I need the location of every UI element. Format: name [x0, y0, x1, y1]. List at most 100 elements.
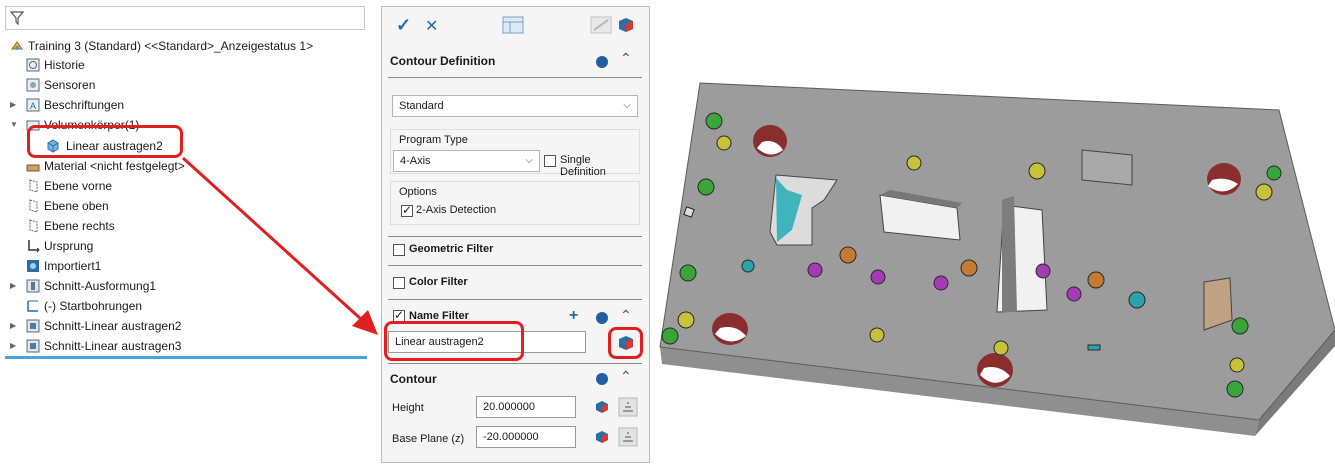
height-input[interactable]: 20.000000 — [476, 396, 576, 418]
tree-rollback-bar[interactable] — [5, 356, 367, 359]
property-manager-panel: ✓ ✕ Contour Definition ⌃ Standard ⌵ Prog… — [381, 6, 650, 463]
tree-item-label: Ebene rechts — [44, 219, 115, 233]
cut-icon — [26, 339, 40, 353]
svg-text:A: A — [30, 101, 36, 111]
highlight-frame — [608, 327, 643, 359]
tree-item-label: Schnitt-Linear austragen3 — [44, 339, 182, 353]
tree-item-sensors[interactable]: Sensoren — [26, 75, 326, 95]
base-plane-label: Base Plane (z) — [392, 433, 465, 445]
tree-item-plane-top[interactable]: Ebene oben — [26, 196, 326, 216]
tree-item-label: Training 3 (Standard) <<Standard>_Anzeig… — [28, 39, 314, 53]
section-header-contour-definition[interactable]: Contour Definition — [390, 48, 648, 74]
collapse-icon[interactable]: ⌃ — [620, 368, 632, 385]
measure-icon[interactable] — [618, 397, 638, 417]
section-divider — [388, 265, 642, 266]
tree-item-cut-extrude2[interactable]: ▶ Schnitt-Linear austragen2 — [10, 316, 330, 336]
tree-item-plane-front[interactable]: Ebene vorne — [26, 176, 326, 196]
help-icon[interactable] — [596, 312, 608, 324]
section-divider — [388, 363, 642, 364]
geometric-filter-label: Geometric Filter — [409, 243, 494, 255]
tree-item-part-root[interactable]: Training 3 (Standard) <<Standard>_Anzeig… — [10, 36, 366, 56]
program-type-dropdown[interactable]: 4-Axis ⌵ — [393, 150, 540, 172]
standard-dropdown[interactable]: Standard ⌵ — [392, 95, 638, 117]
tree-item-label: Schnitt-Linear austragen2 — [44, 319, 182, 333]
history-icon — [26, 58, 40, 72]
table-view-icon[interactable] — [502, 16, 524, 34]
tree-item-label: Ebene oben — [44, 199, 109, 213]
add-icon[interactable]: + — [569, 307, 578, 325]
annotation-icon: A — [26, 98, 40, 112]
section-title: Contour Definition — [390, 54, 496, 68]
dropdown-value: Standard — [399, 100, 444, 112]
import-icon — [27, 260, 39, 272]
color-filter-checkbox[interactable] — [393, 277, 405, 289]
section-divider — [388, 236, 642, 237]
tree-item-plane-right[interactable]: Ebene rechts — [26, 216, 326, 236]
sketch-icon — [27, 300, 38, 312]
group-label: Program Type — [399, 134, 468, 146]
input-value: -20.000000 — [483, 431, 539, 443]
tree-item-imported[interactable]: Importiert1 — [26, 256, 326, 276]
expand-arrow-icon[interactable]: ▶ — [10, 336, 20, 356]
pm-toolbar: ✓ ✕ — [382, 7, 649, 43]
pick-body-icon[interactable] — [594, 399, 610, 415]
highlight-frame — [384, 321, 524, 361]
origin-icon — [28, 240, 40, 253]
tree-item-start-holes[interactable]: (-) Startbohrungen — [26, 296, 326, 316]
tree-item-label: Ebene vorne — [44, 179, 113, 193]
section-divider — [388, 77, 642, 78]
expand-arrow-icon[interactable]: ▶ — [10, 95, 20, 115]
cut-icon — [26, 319, 40, 333]
funnel-icon[interactable] — [10, 11, 24, 25]
tree-filter-bar[interactable] — [5, 6, 365, 30]
collapse-icon[interactable]: ⌃ — [620, 307, 632, 324]
cut-icon — [26, 279, 40, 293]
collapse-arrow-icon[interactable]: ▼ — [10, 115, 20, 135]
geometric-filter-checkbox[interactable] — [393, 244, 405, 256]
expand-arrow-icon[interactable]: ▶ — [10, 276, 20, 296]
sensor-icon — [26, 78, 40, 92]
base-plane-input[interactable]: -20.000000 — [476, 426, 576, 448]
section-title: Contour — [390, 372, 437, 386]
select-body-icon[interactable] — [616, 15, 636, 35]
model-viewport[interactable] — [652, 0, 1335, 469]
single-definition-checkbox[interactable] — [544, 155, 556, 167]
tree-item-cut-loft[interactable]: ▶ Schnitt-Ausformung1 — [10, 276, 330, 296]
plane-icon — [29, 179, 38, 193]
disabled-tool-icon[interactable] — [590, 16, 612, 34]
tree-item-material[interactable]: Material <nicht festgelegt> — [26, 156, 326, 176]
options-group: Options 2-Axis Detection — [390, 181, 640, 225]
pick-body-icon[interactable] — [594, 429, 610, 445]
two-axis-detection-checkbox[interactable] — [401, 203, 413, 217]
height-label: Height — [392, 402, 424, 414]
plane-icon — [29, 199, 38, 213]
tree-item-origin[interactable]: Ursprung — [26, 236, 326, 256]
highlight-frame — [27, 125, 183, 158]
tree-item-label: Material <nicht festgelegt> — [44, 159, 185, 173]
color-filter-label: Color Filter — [409, 276, 468, 288]
part-icon — [11, 41, 23, 50]
plane-icon — [29, 219, 38, 233]
tree-item-history[interactable]: Historie — [26, 55, 326, 75]
tree-item-annotations[interactable]: ▶ A Beschriftungen — [10, 95, 330, 115]
tree-item-label: Historie — [44, 58, 85, 72]
single-definition-label: Single Definition — [560, 154, 606, 178]
tree-item-cut-extrude3[interactable]: ▶ Schnitt-Linear austragen3 — [10, 336, 330, 356]
expand-arrow-icon[interactable]: ▶ — [10, 316, 20, 336]
tree-item-label: (-) Startbohrungen — [44, 299, 143, 313]
tree-item-label: Schnitt-Ausformung1 — [44, 279, 157, 293]
dropdown-value: 4-Axis — [400, 155, 431, 167]
tree-item-label: Ursprung — [44, 239, 94, 253]
input-value: 20.000000 — [483, 401, 535, 413]
material-icon — [26, 164, 40, 172]
two-axis-detection-label: 2-Axis Detection — [416, 204, 497, 216]
checkmark-icon[interactable]: ✓ — [396, 15, 411, 36]
chevron-down-icon: ⌵ — [623, 100, 631, 111]
section-header-contour[interactable]: Contour — [390, 366, 648, 392]
help-icon[interactable] — [596, 56, 608, 68]
section-divider — [388, 299, 642, 300]
help-icon[interactable] — [596, 373, 608, 385]
measure-icon[interactable] — [618, 427, 638, 447]
close-icon[interactable]: ✕ — [425, 16, 438, 36]
collapse-icon[interactable]: ⌃ — [620, 50, 632, 67]
